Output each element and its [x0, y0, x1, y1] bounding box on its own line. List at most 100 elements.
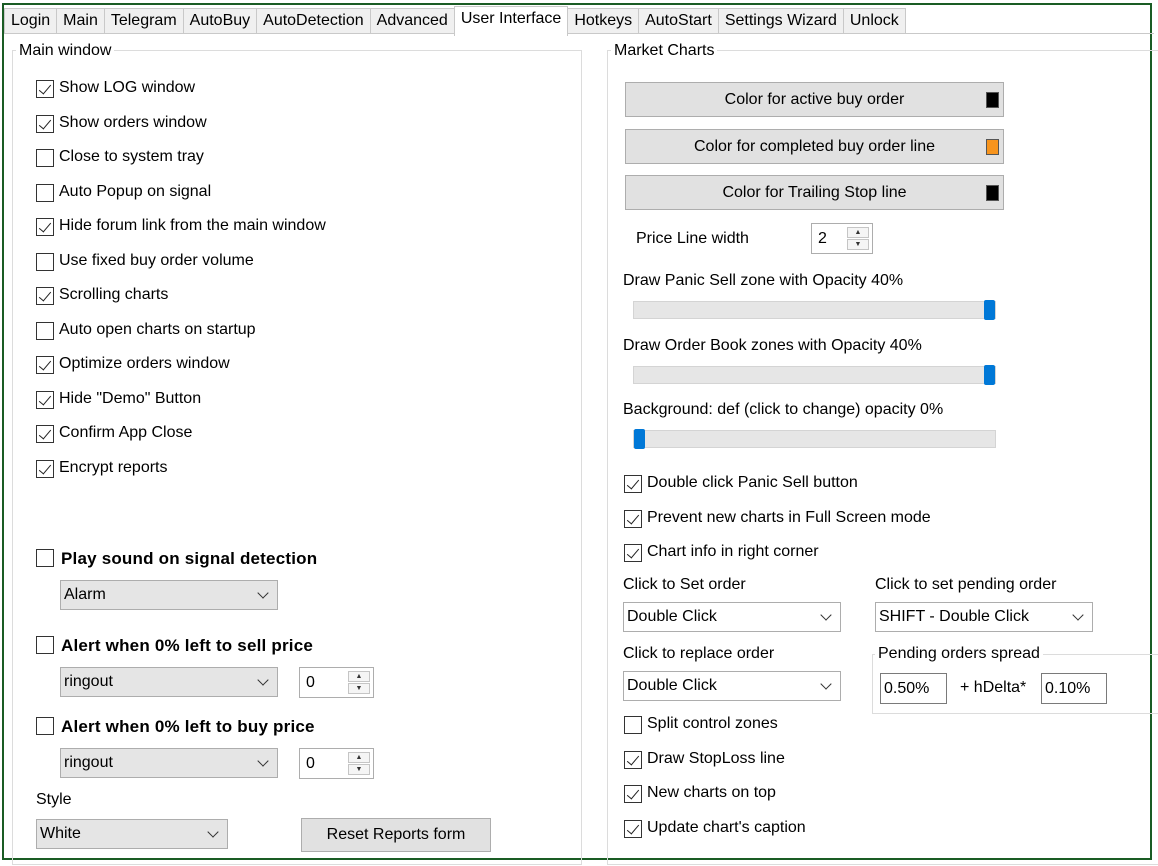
tab-autostart[interactable]: AutoStart — [638, 8, 719, 34]
main-option-checkbox[interactable] — [36, 183, 54, 202]
chart-option-checkbox[interactable] — [624, 544, 642, 562]
main-option-checkbox[interactable] — [36, 287, 54, 305]
main-option-checkbox[interactable] — [36, 252, 54, 271]
main-option-label[interactable]: Show LOG window — [59, 79, 195, 97]
chart-option-checkbox[interactable] — [624, 475, 642, 493]
alert-sell-checkbox[interactable] — [36, 636, 54, 654]
slider-thumb[interactable] — [634, 429, 645, 449]
play-sound-value: Alarm — [64, 586, 106, 603]
alert-sell-spinner[interactable]: 0 ▲ ▼ — [299, 667, 374, 698]
chart-option-checkbox[interactable] — [624, 509, 642, 528]
chart-option-checkbox[interactable] — [624, 716, 642, 734]
chart-option-checkbox[interactable] — [624, 819, 642, 838]
opacity-slider[interactable] — [633, 300, 996, 320]
play-sound-select[interactable]: Alarm — [60, 580, 278, 610]
chevron-down-icon — [820, 678, 832, 690]
chevron-down-icon — [207, 826, 219, 838]
tab-unlock[interactable]: Unlock — [842, 8, 906, 34]
spin-down-icon[interactable]: ▼ — [348, 764, 370, 775]
main-option-checkbox[interactable] — [36, 80, 54, 98]
spinner-arrows: ▲ ▼ — [348, 752, 370, 775]
tab-telegram[interactable]: Telegram — [103, 8, 184, 34]
price-line-width-value: 2 — [818, 230, 827, 247]
tab-autobuy[interactable]: AutoBuy — [182, 8, 258, 34]
play-sound-label: Play sound on signal detection — [61, 549, 318, 568]
chart-option-label[interactable]: Update chart's caption — [647, 819, 806, 837]
tab-autodetection[interactable]: AutoDetection — [256, 8, 371, 34]
reset-reports-button[interactable]: Reset Reports form — [301, 818, 491, 852]
main-window-group — [12, 50, 582, 865]
color-button[interactable]: Color for completed buy order line — [625, 128, 1004, 164]
main-option-checkbox[interactable] — [36, 425, 54, 443]
tab-hotkeys[interactable]: Hotkeys — [567, 8, 640, 34]
main-option-label[interactable]: Hide "Demo" Button — [59, 390, 201, 408]
click-replace-value: Double Click — [627, 677, 717, 694]
tab-settings-wizard[interactable]: Settings Wizard — [717, 8, 844, 34]
tab-advanced[interactable]: Advanced — [369, 8, 455, 34]
spin-up-icon[interactable]: ▲ — [847, 227, 869, 238]
alert-buy-checkbox[interactable] — [36, 717, 54, 735]
main-option-checkbox[interactable] — [36, 390, 54, 409]
chart-option-checkbox[interactable] — [624, 785, 642, 803]
color-button[interactable]: Color for Trailing Stop line — [625, 175, 1004, 210]
main-option-label[interactable]: Encrypt reports — [59, 459, 167, 477]
tab-bar: Login Main Telegram AutoBuy AutoDetection Adv… — [4, 6, 906, 36]
chart-option-checkbox[interactable] — [624, 750, 642, 769]
pending-spread-input[interactable]: 0.50% — [880, 673, 947, 704]
main-option-label[interactable]: Auto Popup on signal — [59, 183, 211, 201]
tab-user-interface[interactable]: User Interface — [453, 6, 569, 36]
tab-login[interactable]: Login — [4, 8, 58, 34]
alert-sell-sound-select[interactable]: ringout — [60, 667, 278, 697]
style-select[interactable]: White — [36, 819, 228, 849]
opacity-slider[interactable] — [633, 429, 996, 449]
color-button-label: Color for completed buy order line — [693, 137, 935, 155]
chart-option-label[interactable]: Split control zones — [647, 715, 778, 733]
main-option-checkbox[interactable] — [36, 459, 54, 478]
chart-option-label[interactable]: New charts on top — [647, 784, 776, 802]
click-replace-select[interactable]: Double Click — [623, 671, 841, 701]
main-option-checkbox[interactable] — [36, 356, 54, 374]
alert-buy-sound-value: ringout — [64, 754, 113, 771]
alert-buy-spinner[interactable]: 0 ▲ ▼ — [299, 748, 374, 779]
main-window-title: Main window — [16, 42, 115, 60]
opacity-slider[interactable] — [633, 364, 996, 385]
main-option-checkbox[interactable] — [36, 321, 54, 340]
main-option-checkbox[interactable] — [36, 218, 54, 236]
spin-down-icon[interactable]: ▼ — [348, 683, 370, 694]
chart-option-label[interactable]: Double click Panic Sell button — [647, 474, 858, 492]
main-option-label[interactable]: Optimize orders window — [59, 355, 230, 373]
spin-up-icon[interactable]: ▲ — [348, 671, 370, 682]
main-option-label[interactable]: Show orders window — [59, 114, 207, 132]
main-option-label[interactable]: Scrolling charts — [59, 286, 168, 304]
main-option-checkbox[interactable] — [36, 114, 54, 133]
main-option-label[interactable]: Close to system tray — [59, 148, 204, 166]
main-option-checkbox[interactable] — [36, 149, 54, 167]
main-option-label[interactable]: Auto open charts on startup — [59, 321, 256, 339]
color-swatch — [986, 138, 999, 155]
market-charts-group — [607, 50, 1158, 865]
spin-up-icon[interactable]: ▲ — [348, 752, 370, 763]
click-set-order-select[interactable]: Double Click — [623, 602, 841, 632]
slider-thumb[interactable] — [984, 364, 995, 385]
slider-thumb[interactable] — [984, 300, 995, 320]
slider-label: Draw Panic Sell zone with Opacity 40% — [623, 272, 904, 289]
hdelta-input[interactable]: 0.10% — [1041, 673, 1107, 704]
chart-option-label[interactable]: Draw StopLoss line — [647, 750, 785, 768]
click-pending-select[interactable]: SHIFT - Double Click — [875, 602, 1093, 632]
play-sound-checkbox[interactable] — [36, 549, 54, 567]
main-option-label[interactable]: Use fixed buy order volume — [59, 252, 254, 270]
spin-down-icon[interactable]: ▼ — [847, 239, 869, 250]
chart-option-label[interactable]: Chart info in right corner — [647, 543, 819, 561]
price-line-width-spinner[interactable]: 2 ▲ ▼ — [811, 223, 873, 254]
chart-option-label[interactable]: Prevent new charts in Full Screen mode — [647, 509, 931, 527]
alert-buy-label: Alert when 0% left to buy price — [61, 717, 315, 736]
alert-buy-sound-select[interactable]: ringout — [60, 748, 278, 778]
color-button[interactable]: Color for active buy order — [625, 82, 1004, 117]
tab-main[interactable]: Main — [56, 8, 105, 34]
chevron-down-icon — [257, 755, 269, 767]
main-option-label[interactable]: Confirm App Close — [59, 424, 192, 442]
color-button-label: Color for active buy order — [724, 91, 905, 108]
spinner-arrows: ▲ ▼ — [847, 227, 869, 250]
main-option-label[interactable]: Hide forum link from the main window — [59, 217, 326, 235]
color-swatch — [986, 92, 999, 108]
